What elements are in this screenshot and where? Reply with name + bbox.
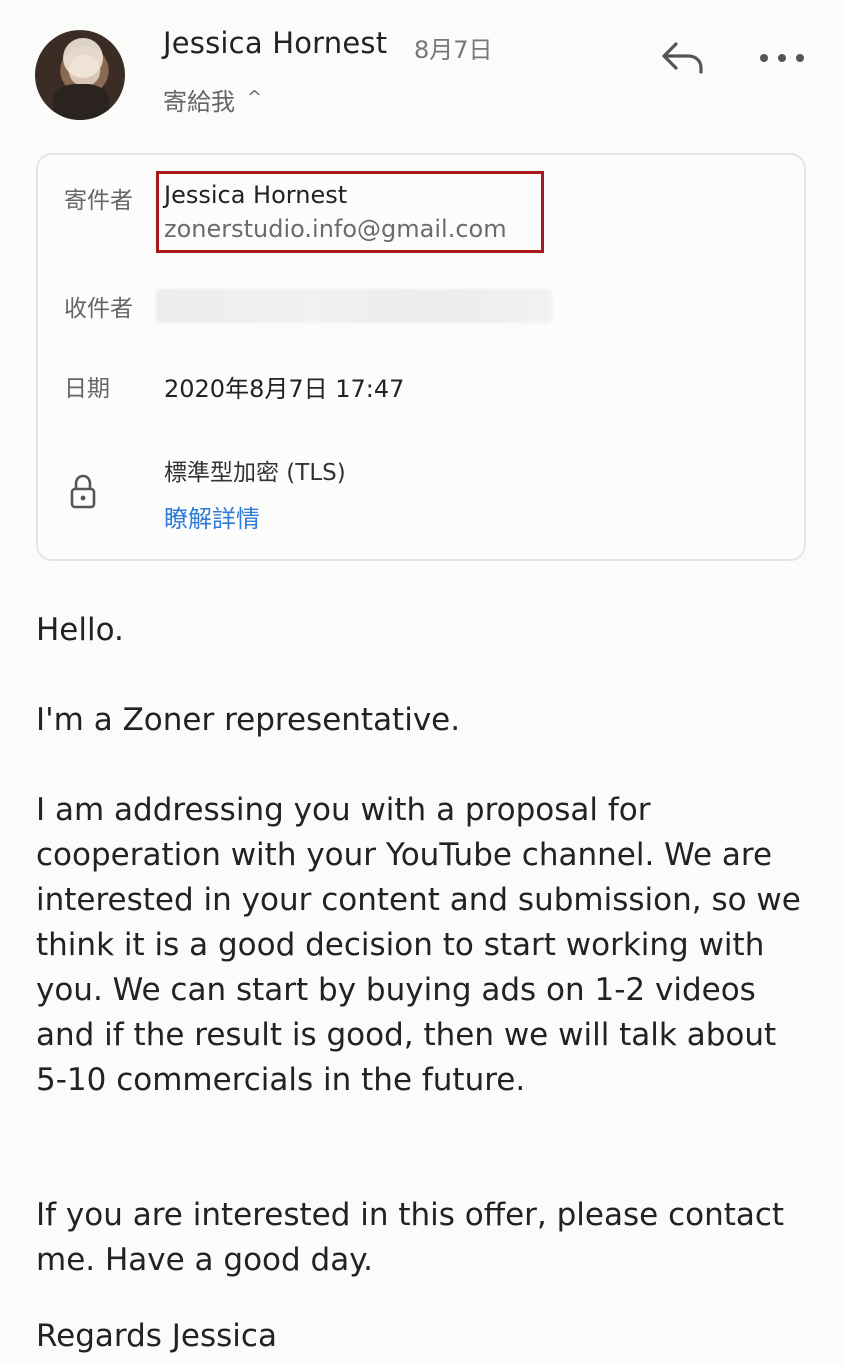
body-paragraph: If you are interested in this offer, ple… <box>36 1197 785 1278</box>
message-date: 8月7日 <box>414 36 493 64</box>
from-name: Jessica Hornest <box>164 181 348 209</box>
lock-icon <box>68 473 98 511</box>
to-label: 收件者 <box>64 296 133 322</box>
learn-more-link[interactable]: 瞭解詳情 <box>164 499 260 534</box>
signature: Regards Jessica <box>36 1318 277 1354</box>
body-paragraph: I am addressing you with a proposal for … <box>36 792 801 1098</box>
from-email[interactable]: zonerstudio.info@gmail.com <box>164 215 507 243</box>
encryption-status: 標準型加密 (TLS) <box>164 460 346 486</box>
email-view: Jessica Hornest 8月7日 寄給我 ^ 寄件者 Jessica H… <box>0 0 844 1364</box>
body-paragraph: I'm a Zoner representative. <box>36 702 461 738</box>
redacted-recipient <box>156 289 552 323</box>
date-value: 2020年8月7日 17:47 <box>164 375 405 403</box>
recipient-toggle[interactable]: 寄給我 ^ <box>163 82 262 117</box>
from-label: 寄件者 <box>64 188 133 214</box>
more-icon[interactable] <box>760 44 804 72</box>
reply-icon[interactable] <box>660 38 706 78</box>
date-label: 日期 <box>64 376 110 402</box>
message-details-card: 寄件者 Jessica Hornest zonerstudio.info@gma… <box>36 153 806 561</box>
to-me-label: 寄給我 <box>163 88 235 116</box>
sender-name: Jessica Hornest <box>163 26 388 60</box>
avatar[interactable] <box>35 30 125 120</box>
body-paragraph: Hello. <box>36 612 124 648</box>
chevron-up-icon: ^ <box>247 87 263 108</box>
